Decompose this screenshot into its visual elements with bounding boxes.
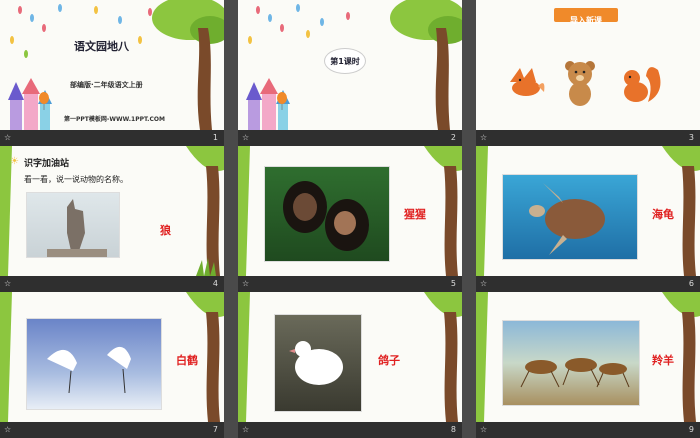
tree-illustration	[152, 0, 224, 130]
slide-thumbnail-7[interactable]: 白鹤 ☆ 7	[0, 292, 224, 438]
grass-border-decoration	[238, 292, 250, 422]
slide-bar: ☆ 5	[238, 276, 462, 292]
slide-subtitle: 部编版·二年级语文上册	[70, 81, 143, 89]
tree-illustration	[390, 0, 462, 130]
grass-border-decoration	[476, 292, 488, 422]
slide-canvas: 猩猩	[238, 146, 462, 276]
star-icon[interactable]: ☆	[4, 130, 11, 146]
slide-thumbnail-1[interactable]: 语文园地八 部编版·二年级语文上册 第一PPT模板网-WWW.1PPT.COM …	[0, 0, 224, 146]
animal-name-label: 白鹤	[176, 354, 198, 367]
slide-canvas: 海龟	[476, 146, 700, 276]
star-icon[interactable]: ☆	[242, 130, 249, 146]
grass-tuft-decoration	[196, 258, 216, 276]
slide-canvas: 第1课时	[238, 0, 462, 130]
slide-number: 7	[212, 425, 218, 434]
section-banner: 导入新课	[554, 8, 618, 25]
slide-canvas: 导入新课	[476, 0, 700, 130]
grass-border-decoration	[0, 292, 12, 422]
squirrel-illustration	[624, 67, 661, 102]
slide-canvas: 语文园地八 部编版·二年级语文上册 第一PPT模板网-WWW.1PPT.COM	[0, 0, 224, 130]
star-icon[interactable]: ☆	[4, 422, 11, 438]
slide-bar: ☆ 4	[0, 276, 224, 292]
section-banner-text: 导入新课	[570, 16, 602, 25]
slide-number: 5	[450, 279, 456, 288]
grass-border-decoration	[476, 146, 488, 276]
slide-number: 6	[688, 279, 694, 288]
animal-name-label: 海龟	[652, 208, 674, 221]
slide-bar: ☆ 6	[476, 276, 700, 292]
animal-name-label: 羚羊	[652, 354, 674, 367]
grass-border-decoration	[238, 146, 250, 276]
star-icon[interactable]: ☆	[480, 276, 487, 292]
slide-bar: ☆ 3	[476, 130, 700, 146]
dove-photo	[274, 314, 362, 412]
slide-bar: ☆ 9	[476, 422, 700, 438]
slide-bar: ☆ 8	[238, 422, 462, 438]
slide-thumbnail-4[interactable]: ☀ 识字加油站 看一看，说一说动物的名称。 狼 ☆ 4	[0, 146, 224, 292]
star-icon[interactable]: ☆	[242, 276, 249, 292]
slide-number: 4	[212, 279, 218, 288]
slide-bar: ☆ 2	[238, 130, 462, 146]
balloon-icon	[39, 92, 49, 110]
slide-canvas: 鸽子	[238, 292, 462, 422]
chimpanzee-image	[283, 181, 369, 251]
red-crowned-crane-photo	[26, 318, 162, 410]
chimpanzee-photo	[264, 166, 390, 262]
slide-canvas: 白鹤	[0, 292, 224, 422]
star-icon[interactable]: ☆	[4, 276, 11, 292]
slide-bar: ☆ 7	[0, 422, 224, 438]
antelope-image	[520, 358, 630, 388]
dove-image	[289, 341, 343, 385]
sea-turtle-image	[529, 183, 605, 255]
balloon-icon	[277, 92, 287, 110]
star-icon[interactable]: ☆	[480, 422, 487, 438]
antelope-photo	[502, 320, 640, 406]
star-icon[interactable]: ☆	[480, 130, 487, 146]
sea-turtle-photo	[502, 174, 638, 260]
section-heading: 识字加油站	[24, 159, 70, 169]
slide-thumbnail-6[interactable]: 海龟 ☆ 6	[476, 146, 700, 292]
slide-number: 3	[688, 133, 694, 142]
fox-illustration	[510, 68, 545, 96]
slide-number: 9	[688, 425, 694, 434]
wolf-image	[47, 199, 107, 257]
slide-thumbnail-5[interactable]: 猩猩 ☆ 5	[238, 146, 462, 292]
slide-canvas: 羚羊	[476, 292, 700, 422]
tree-illustration	[424, 292, 462, 422]
animal-name-label: 猩猩	[404, 208, 426, 221]
animal-name-label: 狼	[160, 224, 171, 237]
slide-thumbnail-3[interactable]: 导入新课 ☆ 3	[476, 0, 700, 146]
animal-name-label: 鸽子	[378, 354, 400, 367]
bear-illustration	[565, 61, 595, 106]
star-icon[interactable]: ☆	[242, 422, 249, 438]
slide-footer: 第一PPT模板网-WWW.1PPT.COM	[64, 116, 165, 123]
lesson-badge-text: 第1课时	[330, 56, 360, 66]
slide-bar: ☆ 1	[0, 130, 224, 146]
slide-canvas: ☀ 识字加油站 看一看，说一说动物的名称。 狼	[0, 146, 224, 276]
wolf-photo	[26, 192, 120, 258]
instruction-text: 看一看，说一说动物的名称。	[24, 175, 128, 184]
slide-title: 语文园地八	[74, 40, 129, 53]
slide-thumbnail-2[interactable]: 第1课时 ☆ 2	[238, 0, 462, 146]
lesson-badge: 第1课时	[324, 48, 366, 74]
slide-number: 1	[212, 133, 218, 142]
slide-thumbnail-8[interactable]: 鸽子 ☆ 8	[238, 292, 462, 438]
sun-icon: ☀	[10, 156, 19, 167]
slide-number: 8	[450, 425, 456, 434]
slide-thumbnail-9[interactable]: 羚羊 ☆ 9	[476, 292, 700, 438]
crane-image	[47, 346, 131, 394]
slide-number: 2	[450, 133, 456, 142]
